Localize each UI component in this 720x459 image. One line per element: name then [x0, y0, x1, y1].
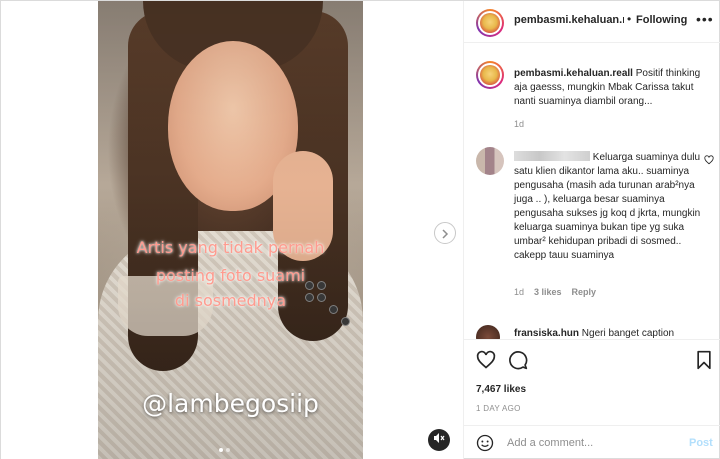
- add-comment-bar: Post: [464, 425, 720, 459]
- avatar[interactable]: [476, 325, 500, 339]
- carousel-dot: [226, 448, 230, 452]
- reply-button[interactable]: Reply: [572, 287, 597, 297]
- save-button[interactable]: [694, 350, 714, 370]
- comment-text: Ngeri banget caption: [579, 328, 675, 339]
- video-overlay-line-1: Artis yang tidak pernah: [136, 238, 325, 257]
- media-area: Artis yang tidak pernah posting foto sua…: [1, 1, 463, 459]
- following-button[interactable]: Following: [636, 14, 687, 26]
- post-time: 1 DAY AGO: [476, 404, 521, 413]
- like-button[interactable]: [476, 350, 496, 370]
- carousel-dot: [219, 448, 223, 452]
- post-side-panel: pembasmi.kehaluan.re • Following ••• pem…: [463, 1, 720, 459]
- carousel-dots: [219, 448, 230, 452]
- post-dialog: Artis yang tidak pernah posting foto sua…: [0, 0, 720, 459]
- comment-button[interactable]: [508, 350, 528, 370]
- video-watermark-handle: @lambegosiip: [142, 389, 319, 418]
- bookmark-icon: [694, 350, 714, 374]
- comment-bubble-icon: [508, 351, 528, 374]
- comment-text: Keluarga suaminya dulu satu klien dikant…: [514, 152, 701, 261]
- blurred-username: [514, 151, 590, 161]
- avatar[interactable]: [476, 147, 504, 175]
- heart-icon: [476, 350, 496, 374]
- comment-likes[interactable]: 3 likes: [534, 287, 562, 297]
- post-actions: 7,467 likes 1 DAY AGO: [464, 339, 720, 419]
- comment-input[interactable]: [507, 435, 667, 451]
- muted-speaker-icon: [433, 433, 445, 446]
- chevron-right-icon: [440, 225, 450, 241]
- mute-button[interactable]: [428, 429, 450, 451]
- post-comment-button[interactable]: Post: [689, 437, 713, 449]
- avatar[interactable]: [476, 61, 504, 89]
- next-slide-button[interactable]: [434, 222, 456, 244]
- comment-time: 1d: [514, 287, 525, 297]
- video-overlay-line-3: di sosmednya: [174, 291, 287, 310]
- header-separator: •: [627, 12, 632, 26]
- caption-username[interactable]: pembasmi.kehaluan.reall: [514, 68, 633, 79]
- heart-icon[interactable]: [704, 155, 714, 168]
- likes-count[interactable]: 7,467 likes: [476, 384, 526, 395]
- more-options-icon[interactable]: •••: [696, 11, 714, 27]
- video-overlay-line-2: posting foto suami: [155, 266, 306, 285]
- comments-list[interactable]: pembasmi.kehaluan.reall Positif thinking…: [464, 43, 720, 339]
- emoji-icon[interactable]: [476, 434, 494, 452]
- header-username[interactable]: pembasmi.kehaluan.re: [514, 14, 624, 26]
- caption-time: 1d: [514, 119, 525, 129]
- post-header: pembasmi.kehaluan.re • Following •••: [464, 1, 720, 43]
- avatar[interactable]: [476, 9, 504, 37]
- comment-username[interactable]: fransiska.hun: [514, 328, 579, 339]
